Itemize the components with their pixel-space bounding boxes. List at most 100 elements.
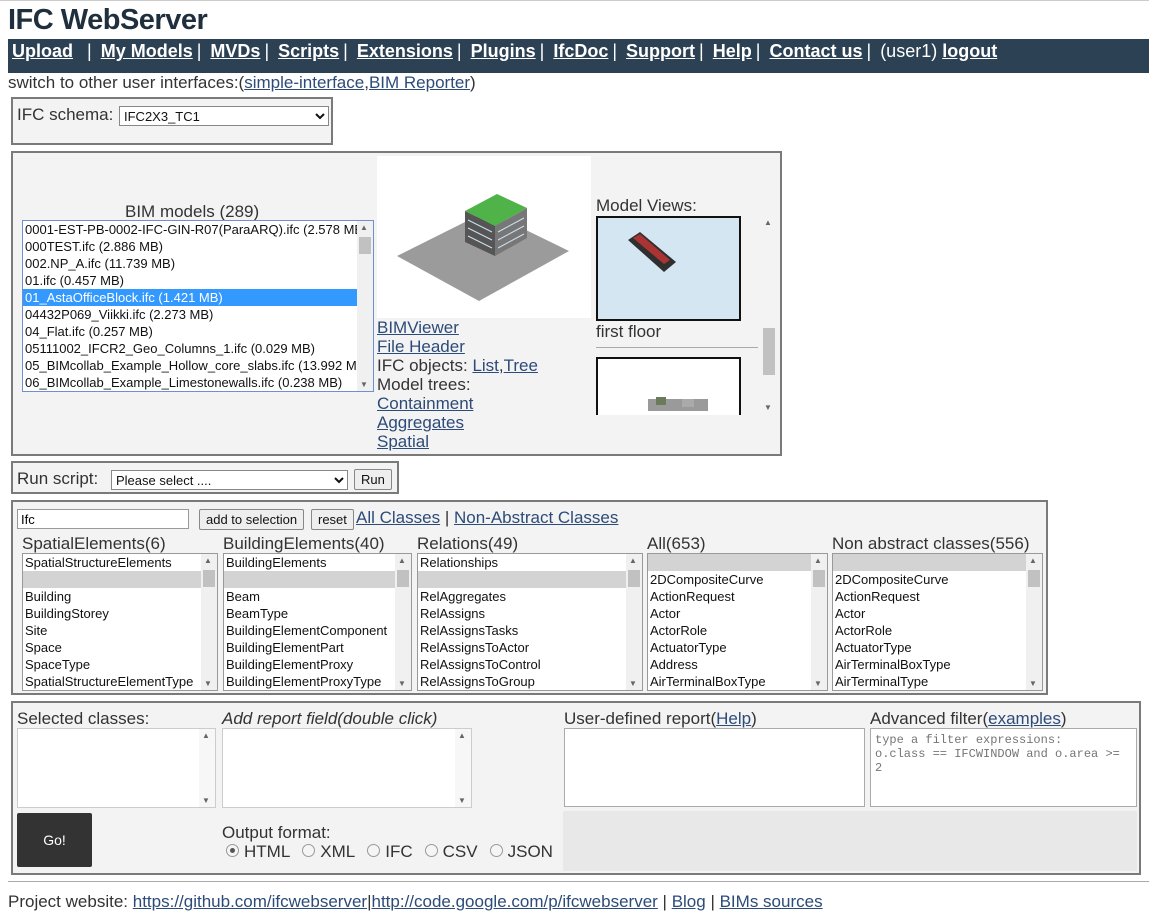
nonabstract-down-icon[interactable]: ▼ — [1029, 679, 1037, 688]
report-fields-list[interactable]: ▲ ▼ — [222, 728, 472, 808]
all-classes-link[interactable]: All Classes — [356, 508, 440, 527]
relations-up-icon[interactable]: ▲ — [629, 556, 637, 565]
class-list-item[interactable] — [648, 554, 827, 571]
all-up-icon[interactable]: ▲ — [814, 556, 822, 565]
class-list-item[interactable]: ActuatorType — [648, 639, 827, 656]
class-list-item[interactable]: Space — [23, 639, 217, 656]
class-list-item[interactable] — [23, 571, 217, 588]
ifc-objects-tree-link[interactable]: Tree — [504, 356, 538, 375]
add-to-selection-button[interactable]: add to selection — [199, 509, 305, 530]
fields-up-icon[interactable]: ▲ — [458, 731, 466, 740]
aggregates-link[interactable]: Aggregates — [377, 413, 464, 432]
nav-contact-us[interactable]: Contact us — [769, 41, 862, 61]
nonabstract-thumb[interactable] — [1028, 570, 1040, 587]
nav-support[interactable]: Support — [626, 41, 695, 61]
class-list-item[interactable]: Actor — [648, 605, 827, 622]
format-radio-csv[interactable] — [424, 844, 438, 858]
class-list-item[interactable] — [833, 554, 1042, 571]
reset-button[interactable]: reset — [311, 509, 354, 530]
logout-link[interactable]: logout — [942, 41, 997, 61]
nav-ifcdoc[interactable]: IfcDoc — [553, 41, 608, 61]
building-up-icon[interactable]: ▲ — [398, 556, 406, 565]
class-list-item[interactable]: Address — [648, 656, 827, 673]
class-list-item[interactable]: Building — [23, 588, 217, 605]
class-list-item[interactable] — [418, 571, 642, 588]
class-list-item[interactable]: RelAssignsToControl — [418, 656, 642, 673]
nav-my-models[interactable]: My Models — [101, 41, 193, 61]
format-radio-html[interactable] — [226, 844, 239, 858]
model-view-thumbnail-1[interactable] — [596, 216, 741, 321]
nav-scripts[interactable]: Scripts — [278, 41, 339, 61]
google-code-link[interactable]: http://code.google.com/p/ifcwebserver — [371, 892, 657, 911]
class-list-item[interactable]: RelAssigns — [418, 605, 642, 622]
nonabstract-scrollbar[interactable]: ▲ ▼ — [1026, 554, 1042, 690]
views-scroll-down-icon[interactable]: ▼ — [764, 403, 772, 412]
all-thumb[interactable] — [813, 570, 825, 587]
relations-list[interactable]: Relationships RelAggregates RelAssigns RelA… — [417, 553, 643, 691]
containment-link[interactable]: Containment — [377, 394, 473, 413]
model-list-item[interactable]: 05_BIMcollab_Example_Hollow_core_slabs.i… — [23, 357, 373, 374]
spatial-list[interactable]: SpatialStructureElements Building Building… — [22, 553, 218, 691]
model-list-item[interactable]: 0001-EST-PB-0002-IFC-GIN-R07(ParaARQ).if… — [23, 221, 373, 238]
file-header-link[interactable]: File Header — [377, 337, 465, 356]
user-defined-report-textarea[interactable] — [564, 728, 865, 807]
class-list-item[interactable]: BuildingElementComponent — [224, 622, 411, 639]
building-down-icon[interactable]: ▼ — [398, 679, 406, 688]
class-list-item[interactable]: ActionRequest — [833, 588, 1042, 605]
bims-sources-link[interactable]: BIMs sources — [720, 892, 823, 911]
class-list-item[interactable]: SpatialStructureElementType — [23, 673, 217, 690]
class-list-item[interactable]: BuildingElements — [224, 554, 411, 571]
examples-link[interactable]: examples — [988, 709, 1061, 728]
model-list-item[interactable]: 01.ifc (0.457 MB) — [23, 272, 373, 289]
nav-upload[interactable]: Upload — [12, 41, 73, 61]
scroll-down-icon[interactable]: ▼ — [360, 380, 368, 389]
class-list-item[interactable]: ActorRole — [648, 622, 827, 639]
model-list-item[interactable]: 002.NP_A.ifc (11.739 MB) — [23, 255, 373, 272]
class-filter-input[interactable] — [17, 509, 189, 529]
run-button[interactable]: Run — [354, 469, 392, 490]
views-scroll-thumb[interactable] — [763, 328, 775, 375]
model-list-item[interactable]: 05111002_IFCR2_Geo_Columns_1.ifc (0.029 … — [23, 340, 373, 357]
models-list[interactable]: 0001-EST-PB-0002-IFC-GIN-R07(ParaARQ).if… — [22, 220, 374, 392]
spatial-scrollbar[interactable]: ▲ ▼ — [201, 554, 217, 690]
model-list-item[interactable]: 06_BIMcollab_Example_Limestonewalls.ifc … — [23, 374, 373, 391]
class-list-item[interactable]: RelAssignsTasks — [418, 622, 642, 639]
class-list-item[interactable]: Actor — [833, 605, 1042, 622]
fields-scrollbar[interactable]: ▲ ▼ — [455, 729, 471, 807]
all-list[interactable]: 2DCompositeCurve ActionRequest Actor ActorR… — [647, 553, 828, 691]
class-list-item[interactable]: Relationships — [418, 554, 642, 571]
all-scrollbar[interactable]: ▲ ▼ — [811, 554, 827, 690]
fields-down-icon[interactable]: ▼ — [458, 796, 466, 805]
ifc-objects-list-link[interactable]: List — [472, 356, 498, 375]
model-list-item[interactable]: 000TEST.ifc (2.886 MB) — [23, 238, 373, 255]
relations-down-icon[interactable]: ▼ — [629, 679, 637, 688]
relations-scrollbar[interactable]: ▲ ▼ — [626, 554, 642, 690]
spatial-link[interactable]: Spatial — [377, 432, 429, 451]
class-list-item[interactable]: AirTerminalType — [833, 673, 1042, 690]
models-scrollbar[interactable]: ▲ ▼ — [357, 221, 373, 391]
class-list-item[interactable]: ActorRole — [833, 622, 1042, 639]
model-view-thumbnail-2[interactable] — [596, 357, 741, 415]
class-list-item[interactable]: BuildingElementProxyType — [224, 673, 411, 690]
relations-thumb[interactable] — [628, 570, 640, 587]
class-list-item[interactable]: 2DCompositeCurve — [833, 571, 1042, 588]
nav-plugins[interactable]: Plugins — [471, 41, 536, 61]
building-list[interactable]: BuildingElements Beam BeamType BuildingElem… — [223, 553, 412, 691]
model-list-item[interactable]: 04_Flat.ifc (0.257 MB) — [23, 323, 373, 340]
bim-reporter-link[interactable]: BIM Reporter — [369, 73, 470, 92]
spatial-up-icon[interactable]: ▲ — [204, 556, 212, 565]
class-list-item[interactable]: AirTerminalBoxType — [648, 673, 827, 690]
class-list-item[interactable]: SpatialStructureElements — [23, 554, 217, 571]
selected-down-icon[interactable]: ▼ — [202, 796, 210, 805]
simple-interface-link[interactable]: simple-interface — [244, 73, 364, 92]
class-list-item[interactable]: BuildingStorey — [23, 605, 217, 622]
spatial-thumb[interactable] — [203, 570, 215, 587]
nav-help[interactable]: Help — [713, 41, 752, 61]
nonabstract-list[interactable]: 2DCompositeCurve ActionRequest Actor ActorR… — [832, 553, 1043, 691]
nonabstract-up-icon[interactable]: ▲ — [1029, 556, 1037, 565]
report-help-link[interactable]: Help — [716, 709, 751, 728]
selected-scrollbar[interactable]: ▲ ▼ — [199, 729, 215, 807]
class-list-item[interactable]: BuildingElementProxy — [224, 656, 411, 673]
format-radio-json[interactable] — [489, 844, 503, 858]
class-list-item[interactable]: 2DCompositeCurve — [648, 571, 827, 588]
